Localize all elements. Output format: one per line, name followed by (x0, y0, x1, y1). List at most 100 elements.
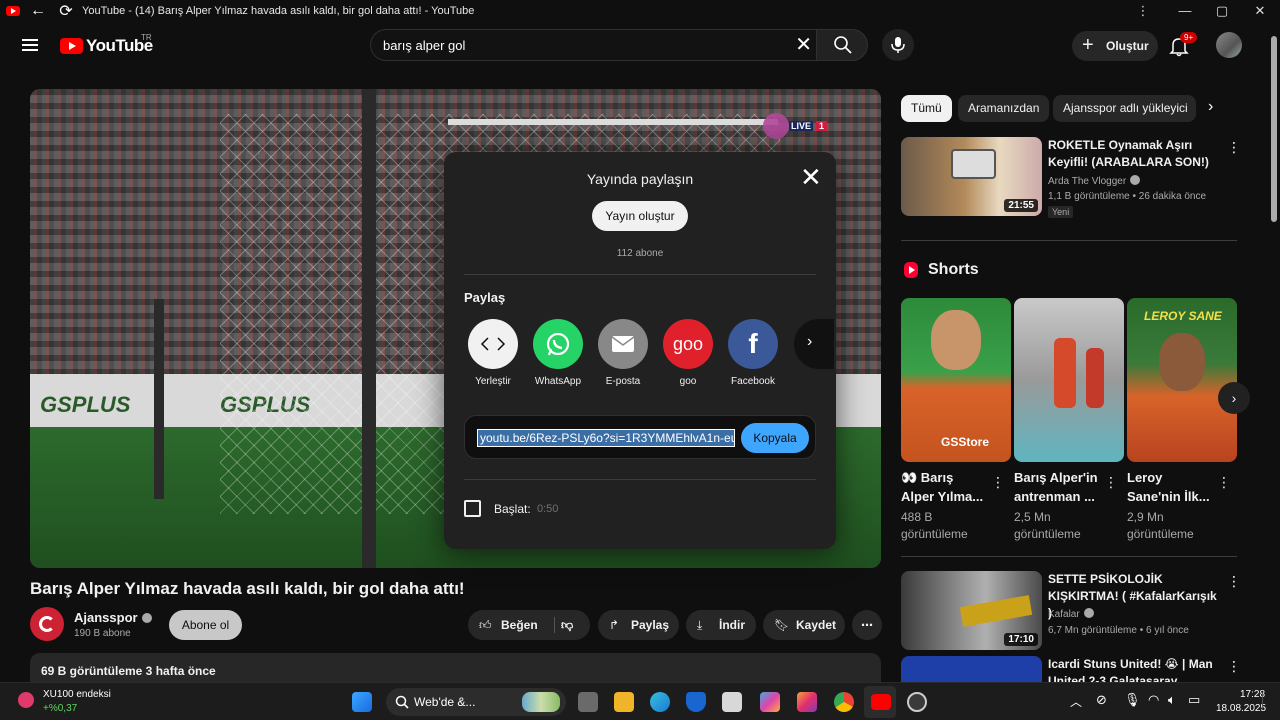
recommendation-title[interactable]: Icardi Stuns United! 😭 | Man United 2-3 … (1048, 656, 1223, 682)
share-target-goo[interactable]: goo goo (658, 319, 718, 387)
share-target-embed[interactable]: Yerleştir (463, 319, 523, 387)
close-icon[interactable]: ✕ (800, 164, 822, 190)
chip-uploader[interactable]: Ajansspor adlı yükleyici (1053, 95, 1196, 122)
share-next-button[interactable]: › (794, 319, 834, 369)
save-button[interactable]: 🔖︎ Kaydet (763, 610, 845, 640)
search-input[interactable]: barış alper gol ✕ (370, 29, 816, 61)
menu-icon[interactable] (22, 39, 38, 51)
video-thumbnail[interactable]: 21:55 (901, 137, 1042, 216)
recommendation-item[interactable]: 17:10 SETTE PSİKOLOJİK KIŞKIRTMA! ( #Kaf… (901, 571, 1241, 651)
clock-date[interactable]: 18.08.2025 (1216, 703, 1266, 714)
shorts-next-button[interactable]: › (1218, 382, 1250, 414)
more-vert-icon[interactable]: ⋮ (1227, 658, 1241, 675)
section-divider (901, 556, 1237, 557)
widget-title[interactable]: XU100 endeksi (43, 689, 111, 700)
share-target-whatsapp[interactable]: WhatsApp (528, 319, 588, 387)
thumbs-down-icon[interactable]: 👎︎ (561, 610, 573, 640)
download-label: İndir (719, 618, 745, 632)
network-off-icon[interactable]: ⊘ (1096, 692, 1107, 708)
battery-icon[interactable]: ▭ (1188, 692, 1200, 708)
microphone-icon[interactable]: 🎙︎ (1124, 692, 1141, 708)
chevron-right-icon: › (1231, 390, 1237, 406)
more-actions-button[interactable]: ⋯ (852, 610, 882, 640)
share-target-email[interactable]: E-posta (593, 319, 653, 387)
windows-start-icon[interactable] (352, 692, 372, 712)
show-desktop-button[interactable] (1262, 693, 1274, 709)
instagram-icon[interactable] (797, 692, 817, 712)
start-at-time[interactable]: 0:50 (537, 503, 558, 515)
youtube-app-icon[interactable] (871, 694, 891, 710)
chevron-right-icon[interactable]: › (1208, 98, 1213, 116)
more-vert-icon[interactable]: ⋮ (1227, 573, 1241, 590)
defender-icon[interactable] (686, 692, 706, 712)
share-link-input[interactable]: youtu.be/6Rez-PSLy6o?si=1R3YMMEhlvA1n-eu (477, 429, 735, 447)
copilot-icon[interactable] (760, 692, 780, 712)
share-target-facebook[interactable]: f Facebook (723, 319, 783, 387)
copy-button[interactable]: Kopyala (741, 423, 809, 453)
short-views: 488 B görüntüleme (901, 510, 968, 541)
short-title[interactable]: 👀 Barış Alper Yılma... (901, 468, 989, 506)
more-vert-icon[interactable]: ⋮ (1217, 474, 1231, 491)
recommendation-title[interactable]: ROKETLE Oynamak Aşırı Keyifli! (ARABALAR… (1048, 137, 1223, 171)
recommendation-item[interactable]: 21:55 ROKETLE Oynamak Aşırı Keyifli! (AR… (901, 137, 1241, 218)
minimize-button[interactable]: — (1166, 0, 1204, 22)
short-title[interactable]: Barış Alper'in antrenman ... (1014, 468, 1102, 506)
channel-avatar[interactable] (30, 607, 64, 641)
share-button[interactable]: ↱ Paylaş (598, 610, 679, 640)
channel-subscriber-count: 190 B abone (74, 628, 131, 639)
channel-subscribers: 112 abone (616, 248, 664, 259)
refresh-icon[interactable]: ⟳ (56, 1, 76, 21)
restore-button[interactable]: ▢ (1203, 0, 1241, 22)
taskbar-search[interactable]: Web'de &... (386, 688, 566, 716)
voice-search-button[interactable] (882, 29, 914, 61)
duration-badge: 21:55 (1004, 199, 1038, 212)
wifi-icon[interactable]: ◠ (1148, 692, 1159, 708)
channel-name[interactable]: Ajansspor (74, 610, 138, 625)
close-window-button[interactable]: ✕ (1241, 0, 1279, 22)
thumbnail-face (931, 310, 981, 370)
chevron-up-icon[interactable]: ︿ (1070, 693, 1082, 710)
short-title[interactable]: Leroy Sane'nin İlk... (1127, 468, 1215, 506)
download-button[interactable]: ⤓ İndir (686, 610, 756, 640)
short-item[interactable]: Barış Alper'in antrenman ... ⋮ 2,5 Mn gö… (1014, 298, 1124, 541)
edge-browser-icon[interactable] (650, 692, 670, 712)
short-thumbnail[interactable] (1014, 298, 1124, 462)
create-button[interactable]: + Oluştur (1072, 31, 1158, 61)
create-post-button[interactable]: Yayın oluştur (592, 201, 688, 231)
short-thumbnail[interactable]: GSStore (901, 298, 1011, 462)
video-thumbnail[interactable] (901, 656, 1042, 682)
volume-icon[interactable]: 🔈︎ (1168, 692, 1176, 708)
video-thumbnail[interactable]: 17:10 (901, 571, 1042, 650)
share-target-label: Facebook (731, 376, 775, 387)
crossbar (448, 119, 778, 125)
start-at-checkbox[interactable] (464, 500, 481, 517)
back-arrow-icon[interactable]: ← (28, 2, 48, 20)
subscribe-button[interactable]: Abone ol (169, 610, 242, 640)
search-button[interactable] (816, 29, 868, 61)
stock-widget-icon[interactable] (18, 692, 34, 708)
media-player-icon[interactable] (722, 692, 742, 712)
more-vert-icon[interactable]: ⋮ (1124, 0, 1162, 22)
short-item[interactable]: LEROY SANE Leroy Sane'nin İlk... ⋮ 2,9 M… (1127, 298, 1237, 541)
like-divider (554, 617, 555, 633)
chip-from-search[interactable]: Aramanızdan (958, 95, 1050, 122)
github-icon[interactable] (907, 692, 927, 712)
scrollbar-thumb[interactable] (1271, 36, 1277, 222)
search-query[interactable]: barış alper gol (383, 38, 465, 53)
account-avatar[interactable] (1216, 32, 1242, 58)
recommendation-item[interactable]: Icardi Stuns United! 😭 | Man United 2-3 … (901, 656, 1241, 682)
more-vert-icon[interactable]: ⋮ (1227, 139, 1241, 156)
more-vert-icon[interactable]: ⋮ (991, 474, 1005, 491)
chrome-icon[interactable] (834, 692, 854, 712)
file-explorer-icon[interactable] (614, 692, 634, 712)
like-button[interactable]: 👍︎ Beğen 👎︎ (468, 610, 590, 640)
more-vert-icon[interactable]: ⋮ (1104, 474, 1118, 491)
short-item[interactable]: GSStore 👀 Barış Alper Yılma... ⋮ 488 B g… (901, 298, 1011, 541)
short-thumbnail[interactable]: LEROY SANE (1127, 298, 1237, 462)
task-view-icon[interactable] (578, 692, 598, 712)
chip-all[interactable]: Tümü (901, 95, 952, 122)
clear-search-icon[interactable]: ✕ (795, 35, 812, 55)
channel-name-row[interactable]: Ajansspor (74, 610, 152, 625)
youtube-logo-icon[interactable] (60, 38, 83, 54)
share-dialog-title: Yayında paylaşın (586, 171, 694, 187)
